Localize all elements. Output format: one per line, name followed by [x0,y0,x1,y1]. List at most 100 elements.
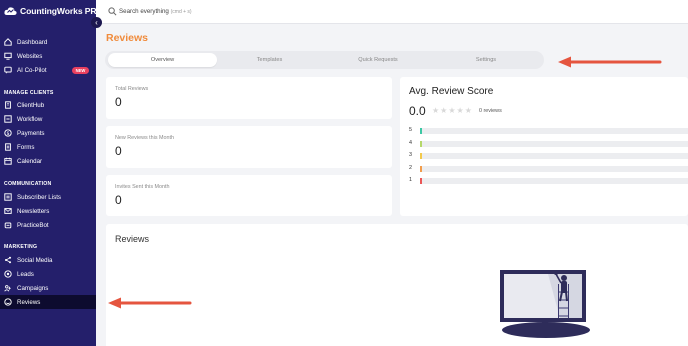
chat-icon [4,66,12,74]
rating-bar [420,166,688,172]
sidebar-item-calendar[interactable]: Calendar [4,155,42,167]
tab-quick-requests[interactable]: Quick Requests [323,53,433,67]
sidebar-item-label: Dashboard [17,38,48,46]
stat-card-invites-sent: Invites Sent this Month 0 [106,175,392,216]
sidebar-item-label: Payments [17,129,45,137]
search-label: Search everything [119,8,169,15]
rating-row-2: 2 [409,165,688,173]
rating-row-3: 3 [409,152,688,160]
section-marketing: MARKETING [4,244,38,250]
sidebar-item-newsletters[interactable]: Newsletters [4,205,49,217]
top-bar: Search everything (cmd + s) [96,0,688,24]
search-shortcut-hint: (cmd + s) [170,9,192,15]
calendar-icon [4,157,12,165]
sidebar-item-label: Campaigns [17,284,49,292]
home-icon [4,38,12,46]
smile-icon [4,298,12,306]
rating-label: 5 [409,127,412,133]
sidebar-item-practicebot[interactable]: PracticeBot [4,219,49,231]
sidebar-item-social-media[interactable]: Social Media [4,254,52,266]
rating-bar-mark [420,128,422,134]
list-icon [4,193,12,201]
stat-value: 0 [115,144,122,158]
sidebar-item-subscriber-lists[interactable]: Subscriber Lists [4,191,61,203]
stat-label: New Reviews this Month [115,135,175,141]
sidebar-item-label: Reviews [17,298,41,306]
sidebar-item-label: Calendar [17,157,43,165]
rating-bar-mark [420,153,422,159]
section-manage-clients: MANAGE CLIENTS [4,90,54,96]
svg-text:$: $ [6,131,9,137]
section-communication: COMMUNICATION [4,181,52,187]
sidebar-item-websites[interactable]: Websites [4,50,42,62]
rating-row-4: 4 [409,140,688,148]
rating-label: 4 [409,140,412,146]
stat-label: Invites Sent this Month [115,184,170,190]
sidebar-item-label: Websites [17,52,43,60]
page-title: Reviews [106,32,149,44]
sidebar-item-campaigns[interactable]: Campaigns [4,282,48,294]
sidebar-item-payments[interactable]: $ Payments [4,127,45,139]
mail-icon [4,207,12,215]
stat-card-new-reviews: New Reviews this Month 0 [106,126,392,168]
target-icon [4,270,12,278]
sidebar-item-clienthub[interactable]: ClientHub [4,99,44,111]
avg-review-score: 0.0 [409,104,426,118]
avg-review-score-card: Avg. Review Score 0.0 ★★★★★ 0 reviews 5 … [400,77,688,216]
logo[interactable]: CountingWorks PRO [4,6,103,16]
annotation-arrow-tabs [558,56,662,68]
dollar-icon: $ [4,129,12,137]
collapse-sidebar-button[interactable]: ‹ [91,17,102,28]
share-icon [4,256,12,264]
stat-card-total-reviews: Total Reviews 0 [106,77,392,119]
sidebar-item-label: Forms [17,143,35,151]
people-icon [4,284,12,292]
search-icon [108,7,117,16]
rating-bar [420,141,688,147]
rating-row-5: 5 [409,127,688,135]
form-icon [4,143,12,151]
sidebar-item-label: AI Co-Pilot [17,66,47,74]
workflow-icon [4,115,12,123]
sidebar-item-label: ClientHub [17,101,45,109]
review-count: 0 reviews [479,108,502,114]
monitor-icon [4,52,12,60]
sidebar-item-forms[interactable]: Forms [4,141,35,153]
stat-value: 0 [115,95,122,109]
sidebar-item-label: Social Media [17,256,53,264]
sidebar-item-label: Workflow [17,115,43,123]
empty-state-illustration [500,270,590,338]
new-badge: NEW [72,67,89,74]
sidebar-item-ai-copilot[interactable]: AI Co-Pilot [4,64,47,76]
sidebar-item-leads[interactable]: Leads [4,268,34,280]
search-input[interactable]: Search everything (cmd + s) [119,8,192,15]
rating-bar-mark [420,178,422,184]
rating-label: 1 [409,177,412,183]
tab-overview[interactable]: Overview [108,53,217,67]
sidebar: CountingWorks PRO ‹ Dashboard Websites A… [0,0,103,346]
bot-icon [4,221,12,229]
tab-bar: Overview Templates Quick Requests Settin… [105,51,544,69]
logo-text: CountingWorks PRO [20,6,104,16]
rating-label: 3 [409,152,412,158]
annotation-arrow-reviews [108,297,192,309]
tab-templates[interactable]: Templates [217,53,322,67]
tab-settings[interactable]: Settings [433,53,539,67]
stat-label: Total Reviews [115,86,149,92]
cloud-logo-icon [4,7,17,15]
rating-row-1: 1 [409,177,688,185]
rating-bar [420,128,688,134]
rating-bar [420,153,688,159]
sidebar-item-label: Leads [17,270,34,278]
sidebar-item-label: Newsletters [17,207,50,215]
sidebar-item-dashboard[interactable]: Dashboard [4,36,47,48]
rating-bar-mark [420,166,422,172]
rating-bar-mark [420,141,422,147]
building-icon [4,101,12,109]
sidebar-item-workflow[interactable]: Workflow [4,113,42,125]
sidebar-item-label: PracticeBot [17,221,49,229]
avg-review-title: Avg. Review Score [409,86,494,97]
rating-label: 2 [409,165,412,171]
sidebar-item-reviews[interactable]: Reviews [4,296,40,308]
rating-bar [420,178,688,184]
